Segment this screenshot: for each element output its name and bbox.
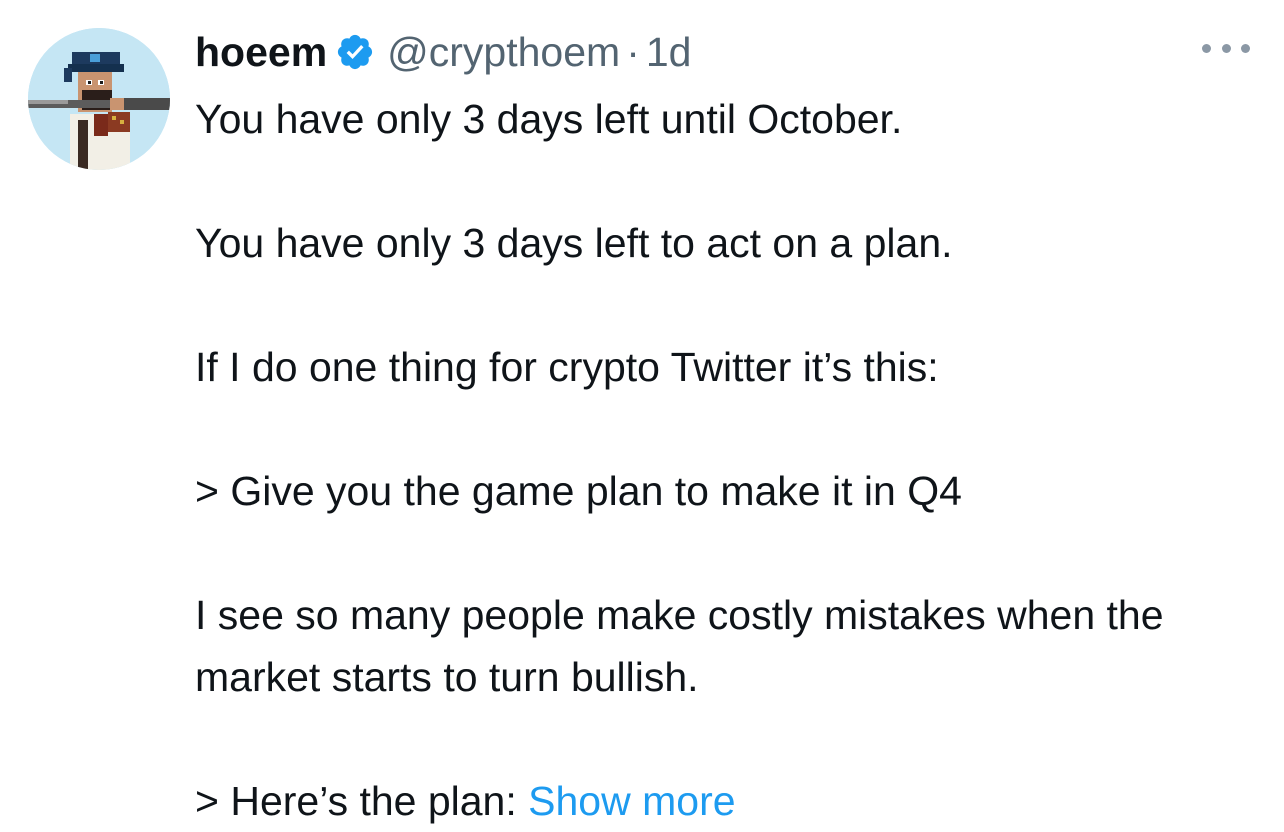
more-dot <box>1241 43 1250 53</box>
pixel-art-avatar-icon <box>28 28 170 170</box>
tweet-header: hoeem @crypthoem · 1d <box>195 24 691 80</box>
avatar[interactable] <box>28 28 170 170</box>
tweet-paragraph: I see so many people make costly mistake… <box>195 592 1164 700</box>
tweet-text: You have only 3 days left until October.… <box>195 88 1265 832</box>
tweet-paragraph: You have only 3 days left to act on a pl… <box>195 220 953 266</box>
more-dot <box>1202 43 1211 53</box>
tweet-paragraph: You have only 3 days left until October. <box>195 96 903 142</box>
tweet-paragraph: If I do one thing for crypto Twitter it’… <box>195 344 939 390</box>
show-more-link[interactable]: Show more <box>528 778 735 824</box>
tweet-paragraph-last: > Here’s the plan: Show more <box>195 770 1265 832</box>
tweet-paragraph: > Give you the game plan to make it in Q… <box>195 468 962 514</box>
handle[interactable]: @crypthoem <box>387 29 620 76</box>
verified-badge-icon[interactable] <box>335 32 375 72</box>
timestamp[interactable]: 1d <box>646 29 692 76</box>
tweet[interactable]: hoeem @crypthoem · 1d You have only 3 da… <box>0 0 1284 832</box>
more-horizontal-icon[interactable] <box>1202 34 1250 62</box>
separator-dot: · <box>626 28 640 75</box>
tweet-paragraph-last-text: > Here’s the plan: <box>195 778 529 824</box>
display-name[interactable]: hoeem <box>195 29 327 76</box>
more-dot <box>1221 43 1231 53</box>
